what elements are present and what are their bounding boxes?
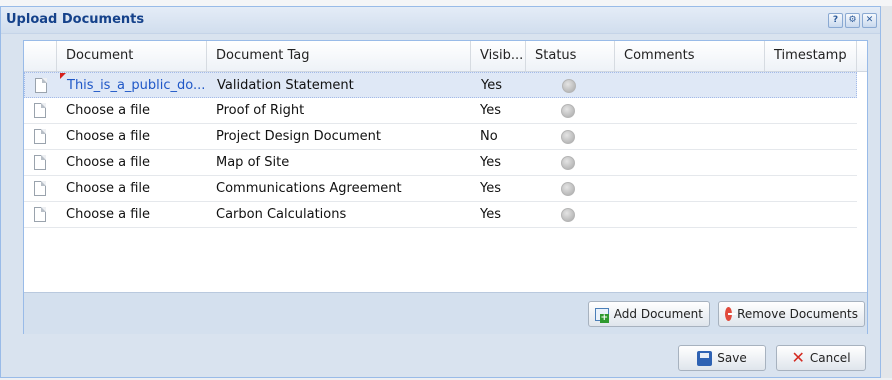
comments-cell[interactable]	[616, 73, 766, 98]
column-header-comments[interactable]: Comments	[615, 41, 765, 71]
comments-cell[interactable]	[615, 150, 765, 175]
status-icon	[561, 156, 575, 170]
add-document-button[interactable]: Add Document	[588, 301, 710, 327]
title-tools: ? ⚙ ✕	[828, 13, 877, 28]
timestamp-cell	[765, 150, 857, 175]
gear-icon[interactable]: ⚙	[845, 13, 860, 28]
document-cell[interactable]: Choose a file	[57, 124, 207, 149]
comments-cell[interactable]	[615, 176, 765, 201]
timestamp-cell	[765, 98, 857, 123]
timestamp-cell	[766, 73, 858, 98]
remove-documents-label: Remove Documents	[737, 307, 858, 321]
remove-icon	[725, 307, 737, 321]
visible-cell[interactable]: Yes	[472, 73, 527, 98]
document-icon	[34, 207, 46, 222]
document-cell[interactable]: Choose a file	[57, 98, 207, 123]
column-header-document[interactable]: Document	[57, 41, 207, 71]
comments-cell[interactable]	[615, 124, 765, 149]
document-icon	[34, 155, 46, 170]
document-cell[interactable]: Choose a file	[57, 150, 207, 175]
timestamp-cell	[765, 124, 857, 149]
save-button[interactable]: Save	[678, 345, 766, 371]
document-icon	[34, 103, 46, 118]
timestamp-cell	[765, 202, 857, 227]
cancel-label: Cancel	[809, 351, 851, 365]
status-icon	[561, 208, 575, 222]
grid-toolbar: Add Document Remove Documents	[24, 292, 867, 334]
floppy-disk-icon	[697, 350, 713, 366]
document-cell[interactable]: Choose a file	[57, 176, 207, 201]
column-header-visible[interactable]: Visib...	[471, 41, 526, 71]
column-header-document-tag[interactable]: Document Tag	[207, 41, 471, 71]
cancel-x-icon: ✕	[791, 348, 805, 367]
close-icon[interactable]: ✕	[862, 13, 877, 28]
cancel-button[interactable]: ✕ Cancel	[776, 345, 866, 371]
document-icon	[34, 129, 46, 144]
dialog-title: Upload Documents	[6, 12, 145, 27]
tag-cell[interactable]: Validation Statement	[208, 73, 472, 98]
help-icon[interactable]: ?	[828, 13, 843, 28]
timestamp-cell	[765, 176, 857, 201]
visible-cell[interactable]: Yes	[471, 150, 526, 175]
table-row[interactable]: Choose a file Map of Site Yes	[24, 150, 857, 176]
table-row[interactable]: Choose a file Communications Agreement Y…	[24, 176, 857, 202]
grid-header: Document Document Tag Visib... Status Co…	[24, 41, 867, 72]
table-row[interactable]: Choose a file Proof of Right Yes	[24, 98, 857, 124]
column-header-status[interactable]: Status	[526, 41, 615, 71]
column-header-icon	[24, 41, 57, 71]
document-cell[interactable]: Choose a file	[57, 202, 207, 227]
background-edge	[881, 6, 892, 378]
tag-cell[interactable]: Communications Agreement	[207, 176, 471, 201]
save-label: Save	[717, 351, 747, 365]
table-row[interactable]: Choose a file Carbon Calculations Yes	[24, 202, 857, 228]
comments-cell[interactable]	[615, 202, 765, 227]
tag-cell[interactable]: Map of Site	[207, 150, 471, 175]
column-header-timestamp[interactable]: Timestamp	[765, 41, 857, 71]
status-icon	[562, 79, 576, 93]
status-icon	[561, 130, 575, 144]
status-icon	[561, 104, 575, 118]
tag-cell[interactable]: Project Design Document	[207, 124, 471, 149]
add-document-label: Add Document	[613, 307, 703, 321]
table-row[interactable]: This_is_a_public_do... Validation Statem…	[24, 72, 857, 98]
visible-cell[interactable]: Yes	[471, 176, 526, 201]
visible-cell[interactable]: No	[471, 124, 526, 149]
tag-cell[interactable]: Proof of Right	[207, 98, 471, 123]
remove-documents-button[interactable]: Remove Documents	[718, 301, 865, 327]
visible-cell[interactable]: Yes	[471, 98, 526, 123]
documents-grid: Document Document Tag Visib... Status Co…	[23, 40, 868, 334]
comments-cell[interactable]	[615, 98, 765, 123]
table-row[interactable]: Choose a file Project Design Document No	[24, 124, 857, 150]
visible-cell[interactable]: Yes	[471, 202, 526, 227]
document-icon	[35, 78, 47, 93]
document-cell[interactable]: This_is_a_public_do...	[58, 73, 208, 98]
add-document-icon	[595, 307, 609, 323]
dialog-titlebar[interactable]: Upload Documents ? ⚙ ✕	[1, 7, 880, 34]
document-icon	[34, 181, 46, 196]
tag-cell[interactable]: Carbon Calculations	[207, 202, 471, 227]
upload-documents-dialog: Upload Documents ? ⚙ ✕ Document Document…	[0, 6, 881, 378]
status-icon	[561, 182, 575, 196]
